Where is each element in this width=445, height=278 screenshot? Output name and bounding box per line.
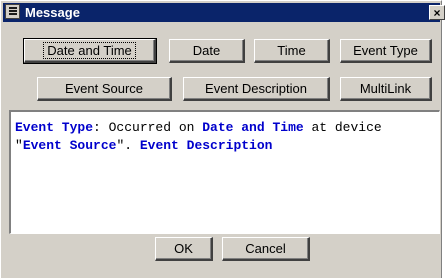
message-text: ".	[116, 138, 140, 153]
event-type-token: Event Type	[15, 120, 94, 135]
insert-time-button[interactable]: Time	[254, 39, 330, 63]
button-label: MultiLink	[359, 81, 412, 96]
button-label: OK	[174, 241, 193, 256]
event-description-token: Event Description	[139, 138, 273, 153]
date-and-time-token: Date and Time	[202, 120, 304, 135]
message-dialog: Message × Date and Time Date Time Event …	[0, 0, 445, 278]
insert-date-button[interactable]: Date	[169, 39, 245, 63]
close-icon: ×	[433, 6, 441, 20]
window-title: Message	[25, 5, 80, 20]
insert-event-source-button[interactable]: Event Source	[37, 77, 172, 101]
message-line-2: "Event Source". Event Description	[15, 137, 439, 155]
message-text: :	[93, 120, 101, 135]
message-text: Occurred on	[100, 120, 203, 135]
button-label: Time	[277, 43, 306, 58]
insert-multilink-button[interactable]: MultiLink	[340, 77, 432, 101]
message-app-icon	[5, 4, 20, 19]
button-label: Date and Time	[43, 42, 136, 59]
message-text: at device	[303, 120, 382, 135]
insert-event-description-button[interactable]: Event Description	[183, 77, 330, 101]
insert-event-type-button[interactable]: Event Type	[340, 39, 432, 63]
message-line-1: Event Type: Occurred on Date and Time at…	[15, 119, 439, 137]
button-label: Cancel	[245, 241, 286, 256]
cancel-button[interactable]: Cancel	[222, 237, 310, 261]
title-bar[interactable]: Message ×	[3, 3, 445, 22]
button-label: Date	[192, 43, 221, 58]
insert-date-and-time-button[interactable]: Date and Time	[23, 38, 157, 64]
button-label: Event Description	[205, 81, 307, 96]
event-source-token: Event Source	[22, 138, 117, 153]
message-text: "	[15, 138, 23, 153]
message-template-textarea[interactable]: Event Type: Occurred on Date and Time at…	[9, 110, 440, 234]
button-label: Event Source	[64, 81, 144, 96]
button-label: Event Type	[353, 43, 418, 58]
ok-button[interactable]: OK	[155, 237, 213, 261]
close-button[interactable]: ×	[429, 5, 445, 20]
